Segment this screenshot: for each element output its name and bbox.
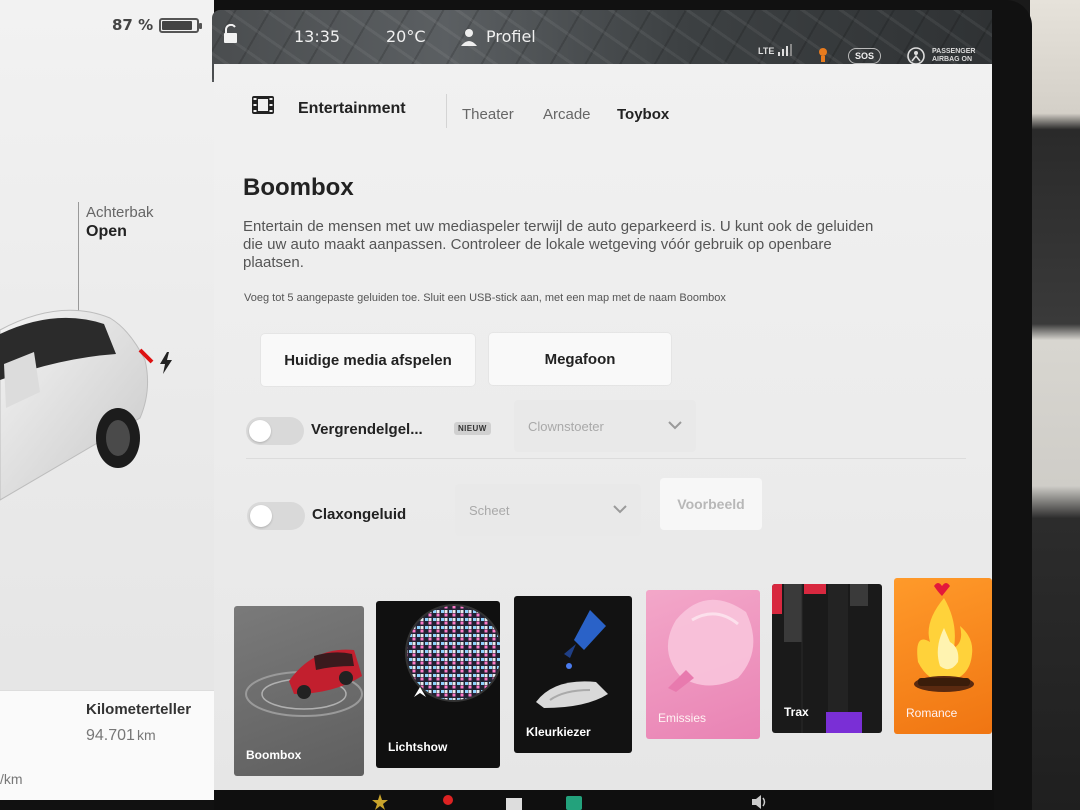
- odometer-label: Kilometerteller: [86, 701, 192, 718]
- tab-theater[interactable]: Theater: [462, 106, 514, 123]
- battery-icon: [159, 17, 203, 33]
- boombox-description: Entertain de mensen met uw mediaspeler t…: [243, 218, 874, 271]
- charging-icon: [160, 352, 172, 374]
- profile-button[interactable]: Profiel: [460, 27, 536, 46]
- lock-sound-select[interactable]: Clownstoeter: [514, 400, 696, 452]
- chevron-down-icon: [613, 505, 627, 514]
- horn-sound-select[interactable]: Scheet: [455, 484, 641, 536]
- person-icon: [461, 28, 477, 46]
- page-title: Boombox: [243, 174, 354, 201]
- trunk-label[interactable]: Achterbak: [86, 204, 154, 221]
- odometer-unit: km: [136, 727, 156, 743]
- tile-label: Boombox: [246, 748, 302, 762]
- lock-open-icon[interactable]: [222, 24, 240, 44]
- new-badge: NIEUW: [454, 422, 491, 435]
- tab-toybox[interactable]: Toybox: [617, 106, 669, 123]
- tile-label: Emissies: [658, 711, 707, 725]
- chevron-down-icon: [668, 421, 682, 430]
- airbag-icon: [907, 47, 925, 65]
- film-icon: [252, 96, 274, 114]
- room-background: [1030, 0, 1080, 810]
- network-type: LTE: [758, 46, 775, 56]
- horn-sound-value: Scheet: [469, 502, 510, 518]
- navigation-icon[interactable]: [440, 794, 456, 810]
- volume-icon[interactable]: [752, 794, 768, 810]
- odometer-value: 94.701 km: [86, 727, 156, 745]
- section-title: Entertainment: [298, 100, 406, 117]
- tile-emissies[interactable]: Emissies: [646, 590, 760, 739]
- usb-hint: Voeg tot 5 aangepaste geluiden toe. Slui…: [244, 292, 726, 304]
- odometer-number: 94.701: [86, 727, 135, 744]
- tile-boombox[interactable]: Boombox: [234, 606, 364, 776]
- outside-temperature: 20°C: [386, 27, 426, 46]
- tile-label: Lichtshow: [388, 740, 448, 754]
- tile-label: Romance: [906, 706, 958, 720]
- lock-sound-label: Vergrendelgel...: [311, 421, 423, 438]
- vehicle-image[interactable]: [0, 300, 160, 510]
- battery-percent: 87 %: [112, 16, 154, 34]
- lock-sound-toggle[interactable]: [246, 417, 304, 445]
- clock: 13:35: [294, 27, 341, 46]
- lock-sound-value: Clownstoeter: [528, 418, 604, 434]
- megaphone-button[interactable]: Megafoon: [489, 333, 671, 385]
- trunk-state[interactable]: Open: [86, 223, 127, 241]
- consumption-unit: /km: [0, 771, 23, 787]
- profile-label: Profiel: [486, 27, 536, 46]
- preview-button[interactable]: Voorbeeld: [660, 478, 762, 530]
- play-media-button[interactable]: Huidige media afspelen: [261, 334, 475, 386]
- row-divider: [246, 458, 966, 459]
- entertainment-panel: Entertainment Theater Arcade Toybox Boom…: [214, 64, 992, 800]
- signal-icon: [778, 44, 792, 56]
- tile-label: Kleurkiezer: [526, 725, 591, 739]
- vehicle-panel: 87 % Achterbak Open Kilometerteller 94.7…: [0, 0, 222, 800]
- sos-button[interactable]: SOS: [848, 48, 882, 64]
- tile-trax[interactable]: Trax: [772, 584, 882, 733]
- dashcam-icon[interactable]: [816, 46, 830, 62]
- tab-arcade[interactable]: Arcade: [543, 106, 591, 123]
- toggle-knob: [250, 505, 272, 527]
- tile-lichtshow[interactable]: Lichtshow: [376, 601, 500, 768]
- odometer-box: Kilometerteller 94.701 km /km: [0, 690, 222, 800]
- airbag-text-line2: AIRBAG ON: [932, 56, 973, 63]
- bottom-dock: [214, 790, 994, 810]
- horn-sound-toggle[interactable]: [247, 502, 305, 530]
- tile-label: Trax: [784, 705, 809, 719]
- header-divider: [446, 94, 447, 128]
- horn-sound-label: Claxongeluid: [312, 506, 407, 523]
- airbag-text-line1: PASSENGER: [932, 48, 976, 55]
- app-icon[interactable]: [566, 794, 582, 810]
- tile-romance[interactable]: Romance: [894, 578, 992, 734]
- tile-kleurkiezer[interactable]: Kleurkiezer: [514, 596, 632, 753]
- battery-fill: [162, 20, 192, 30]
- battery-indicator: 87 %: [112, 16, 203, 34]
- toybox-icon[interactable]: [372, 794, 388, 810]
- passenger-airbag-status: PASSENGER AIRBAG ON: [932, 48, 975, 64]
- theater-icon[interactable]: [506, 794, 522, 810]
- toggle-knob: [249, 420, 271, 442]
